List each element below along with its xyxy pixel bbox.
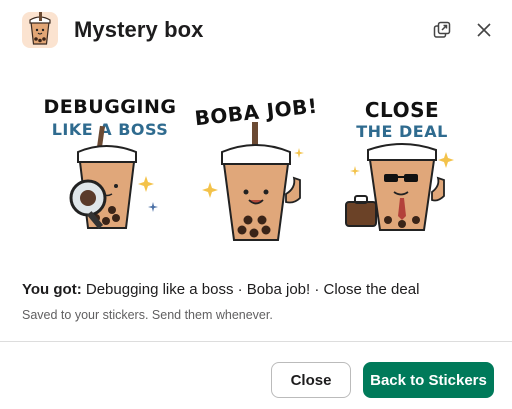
boba-job-illustration [202, 122, 304, 241]
back-to-stickers-button[interactable]: Back to Stickers [363, 362, 494, 398]
close-deal-illustration [345, 143, 454, 231]
result-note: Saved to your stickers. Send them whenev… [22, 308, 273, 322]
result-summary: You got: Debugging like a boss · Boba jo… [22, 280, 419, 300]
sticker-showcase: DEBUGGING LIKE A BOSS BOBA JOB! CLOSE TH… [40, 70, 472, 260]
close-button[interactable]: Close [271, 362, 351, 398]
popout-window-icon[interactable] [430, 18, 454, 42]
boba-app-icon [22, 12, 58, 48]
close-icon[interactable] [472, 18, 496, 42]
debug-boba-illustration [69, 125, 158, 229]
modal-header: Mystery box [0, 0, 512, 62]
footer-divider [0, 341, 512, 342]
sticker-debugging-like-a-boss: DEBUGGING LIKE A BOSS [40, 70, 180, 260]
sticker-close-the-deal: CLOSE THE DEAL [332, 70, 472, 260]
modal-title: Mystery box [74, 17, 204, 42]
result-items: Debugging like a boss · Boba job! · Clos… [85, 281, 420, 298]
sticker-boba-job: BOBA JOB! [186, 70, 326, 260]
result-prefix: You got: [22, 281, 82, 298]
